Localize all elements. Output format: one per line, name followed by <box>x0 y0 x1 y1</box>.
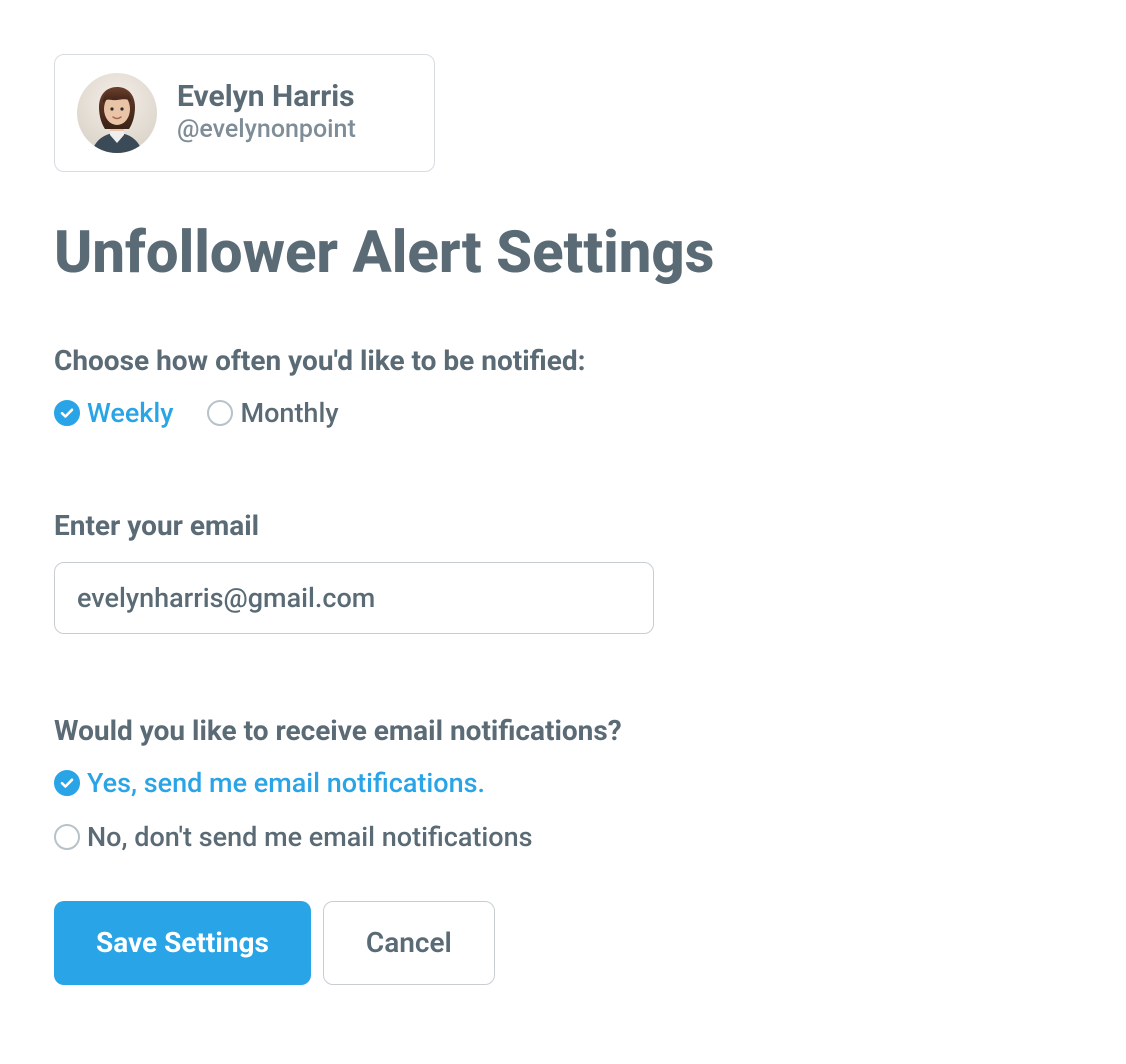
radio-checked-icon <box>54 400 80 426</box>
notifications-section: Would you like to receive email notifica… <box>54 714 1072 853</box>
radio-notify-yes[interactable]: Yes, send me email notifications. <box>54 767 1072 799</box>
user-name: Evelyn Harris <box>177 80 356 115</box>
user-card: Evelyn Harris @evelynonpoint <box>54 54 435 172</box>
radio-notify-yes-label: Yes, send me email notifications. <box>87 767 485 799</box>
email-section: Enter your email <box>54 509 1072 634</box>
radio-monthly[interactable]: Monthly <box>207 397 338 429</box>
email-field[interactable] <box>54 562 654 634</box>
radio-notify-no[interactable]: No, don't send me email notifications <box>54 821 1072 853</box>
radio-weekly[interactable]: Weekly <box>54 397 173 429</box>
radio-unchecked-icon <box>54 824 80 850</box>
radio-monthly-label: Monthly <box>240 397 338 429</box>
user-handle: @evelynonpoint <box>177 114 356 147</box>
cancel-button[interactable]: Cancel <box>323 901 495 985</box>
page-title: Unfollower Alert Settings <box>54 222 1072 286</box>
user-text: Evelyn Harris @evelynonpoint <box>177 80 356 147</box>
frequency-options: Weekly Monthly <box>54 397 1072 429</box>
radio-notify-no-label: No, don't send me email notifications <box>87 821 533 853</box>
radio-weekly-label: Weekly <box>87 397 173 429</box>
button-row: Save Settings Cancel <box>54 901 1072 985</box>
radio-checked-icon <box>54 770 80 796</box>
frequency-section: Choose how often you'd like to be notifi… <box>54 344 1072 429</box>
radio-unchecked-icon <box>207 400 233 426</box>
avatar <box>77 73 157 153</box>
notifications-question: Would you like to receive email notifica… <box>54 714 1072 747</box>
email-label: Enter your email <box>54 509 1072 542</box>
frequency-question: Choose how often you'd like to be notifi… <box>54 344 1072 377</box>
save-button[interactable]: Save Settings <box>54 901 311 985</box>
notifications-options: Yes, send me email notifications. No, do… <box>54 767 1072 853</box>
